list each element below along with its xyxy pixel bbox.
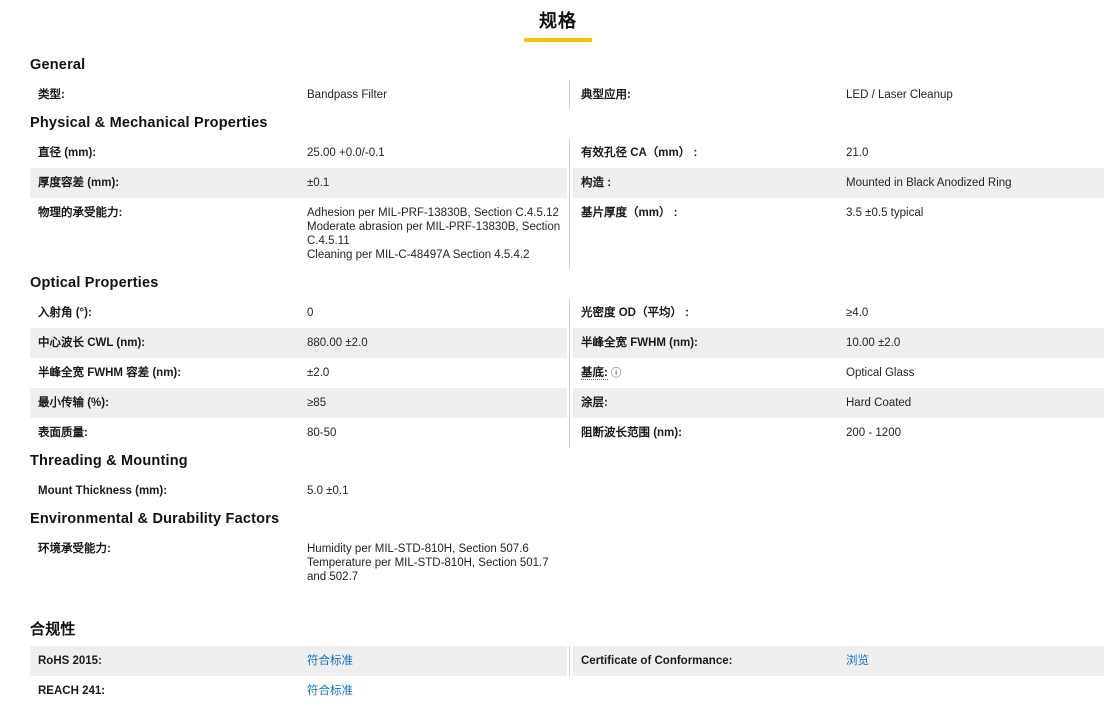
spec-label: 半峰全宽 FWHM (nm):: [573, 328, 838, 358]
spec-label: 半峰全宽 FWHM 容差 (nm):: [30, 358, 299, 388]
column-divider: [567, 534, 573, 592]
reach-compliant-link[interactable]: 符合标准: [307, 685, 353, 697]
spec-value: Optical Glass: [838, 358, 1104, 388]
column-divider: [567, 388, 573, 418]
spec-row: 物理的承受能力: Adhesion per MIL-PRF-13830B, Se…: [30, 198, 1104, 270]
column-divider: [567, 298, 573, 328]
column-divider: [567, 358, 573, 388]
section-heading-general: General: [30, 57, 1104, 73]
spec-label: 中心波长 CWL (nm):: [30, 328, 299, 358]
spec-label: 涂层:: [573, 388, 838, 418]
section-heading-compliance: 合规性: [30, 618, 1104, 639]
spec-value: 80-50: [299, 418, 567, 448]
spec-label: 光密度 OD（平均） :: [573, 298, 838, 328]
substrate-label[interactable]: 基底:ⓘ: [573, 358, 838, 388]
spec-label: 典型应用:: [573, 80, 838, 110]
spec-label: 最小传输 (%):: [30, 388, 299, 418]
column-divider: [567, 676, 573, 706]
spec-table: General 类型: Bandpass Filter 典型应用: LED / …: [0, 57, 1116, 706]
spec-value: 符合标准: [299, 646, 567, 676]
spec-row: 类型: Bandpass Filter 典型应用: LED / Laser Cl…: [30, 80, 1104, 110]
column-divider: [567, 646, 573, 676]
spec-value: Mounted in Black Anodized Ring: [838, 168, 1104, 198]
column-divider: [567, 138, 573, 168]
spec-label: 有效孔径 CA（mm） :: [573, 138, 838, 168]
spec-value: 符合标准: [299, 676, 567, 706]
spec-label: 厚度容差 (mm):: [30, 168, 299, 198]
section-heading-threading: Threading & Mounting: [30, 453, 1104, 469]
page-title: 规格: [524, 7, 592, 42]
spec-value: Adhesion per MIL-PRF-13830B, Section C.4…: [299, 198, 567, 270]
spec-label: 阻断波长范围 (nm):: [573, 418, 838, 448]
column-divider: [567, 328, 573, 358]
certificate-view-link[interactable]: 浏览: [846, 655, 869, 667]
spec-label: Certificate of Conformance:: [573, 646, 838, 676]
spec-value: 0: [299, 298, 567, 328]
spec-value: 10.00 ±2.0: [838, 328, 1104, 358]
spec-label: 构造 :: [573, 168, 838, 198]
spec-row: RoHS 2015: 符合标准 Certificate of Conforman…: [30, 646, 1104, 676]
spec-label: REACH 241:: [30, 676, 299, 706]
section-heading-optical: Optical Properties: [30, 275, 1104, 291]
spec-row: 中心波长 CWL (nm): 880.00 ±2.0 半峰全宽 FWHM (nm…: [30, 328, 1104, 358]
spec-value: 5.0 ±0.1: [299, 476, 567, 506]
section-heading-environmental: Environmental & Durability Factors: [30, 511, 1104, 527]
spec-value: Bandpass Filter: [299, 80, 567, 110]
spec-row: Mount Thickness (mm): 5.0 ±0.1: [30, 476, 1104, 506]
spec-value: 浏览: [838, 646, 1104, 676]
spec-value: ≥85: [299, 388, 567, 418]
spec-row: 最小传输 (%): ≥85 涂层: Hard Coated: [30, 388, 1104, 418]
page-header: 规格: [0, 0, 1116, 42]
spec-value: Hard Coated: [838, 388, 1104, 418]
spec-row: 半峰全宽 FWHM 容差 (nm): ±2.0 基底:ⓘ Optical Gla…: [30, 358, 1104, 388]
spec-row: REACH 241: 符合标准: [30, 676, 1104, 706]
spec-value: 200 - 1200: [838, 418, 1104, 448]
info-icon[interactable]: ⓘ: [611, 366, 622, 380]
column-divider: [567, 476, 573, 506]
spec-row: 表面质量: 80-50 阻断波长范围 (nm): 200 - 1200: [30, 418, 1104, 448]
spec-label: Mount Thickness (mm):: [30, 476, 299, 506]
spec-value: ≥4.0: [838, 298, 1104, 328]
spec-row: 厚度容差 (mm): ±0.1 构造 : Mounted in Black An…: [30, 168, 1104, 198]
spec-label: 物理的承受能力:: [30, 198, 299, 270]
spec-label: 表面质量:: [30, 418, 299, 448]
spec-value: LED / Laser Cleanup: [838, 80, 1104, 110]
spec-value: ±0.1: [299, 168, 567, 198]
column-divider: [567, 80, 573, 110]
spec-row: 环境承受能力: Humidity per MIL-STD-810H, Secti…: [30, 534, 1104, 592]
spec-value: 880.00 ±2.0: [299, 328, 567, 358]
column-divider: [567, 168, 573, 198]
column-divider: [567, 198, 573, 270]
spec-label: 入射角 (°):: [30, 298, 299, 328]
spec-value: 25.00 +0.0/-0.1: [299, 138, 567, 168]
spec-row: 入射角 (°): 0 光密度 OD（平均） : ≥4.0: [30, 298, 1104, 328]
spec-label: 环境承受能力:: [30, 534, 299, 592]
spec-label: 类型:: [30, 80, 299, 110]
spec-row: 直径 (mm): 25.00 +0.0/-0.1 有效孔径 CA（mm） : 2…: [30, 138, 1104, 168]
spec-label: 基片厚度（mm） :: [573, 198, 838, 270]
spec-value: 21.0: [838, 138, 1104, 168]
rohs-compliant-link[interactable]: 符合标准: [307, 655, 353, 667]
column-divider: [567, 418, 573, 448]
spec-value: ±2.0: [299, 358, 567, 388]
spec-value: Humidity per MIL-STD-810H, Section 507.6…: [299, 534, 567, 592]
spec-label: 直径 (mm):: [30, 138, 299, 168]
spec-label: RoHS 2015:: [30, 646, 299, 676]
section-heading-physical: Physical & Mechanical Properties: [30, 115, 1104, 131]
spec-value: 3.5 ±0.5 typical: [838, 198, 1104, 270]
